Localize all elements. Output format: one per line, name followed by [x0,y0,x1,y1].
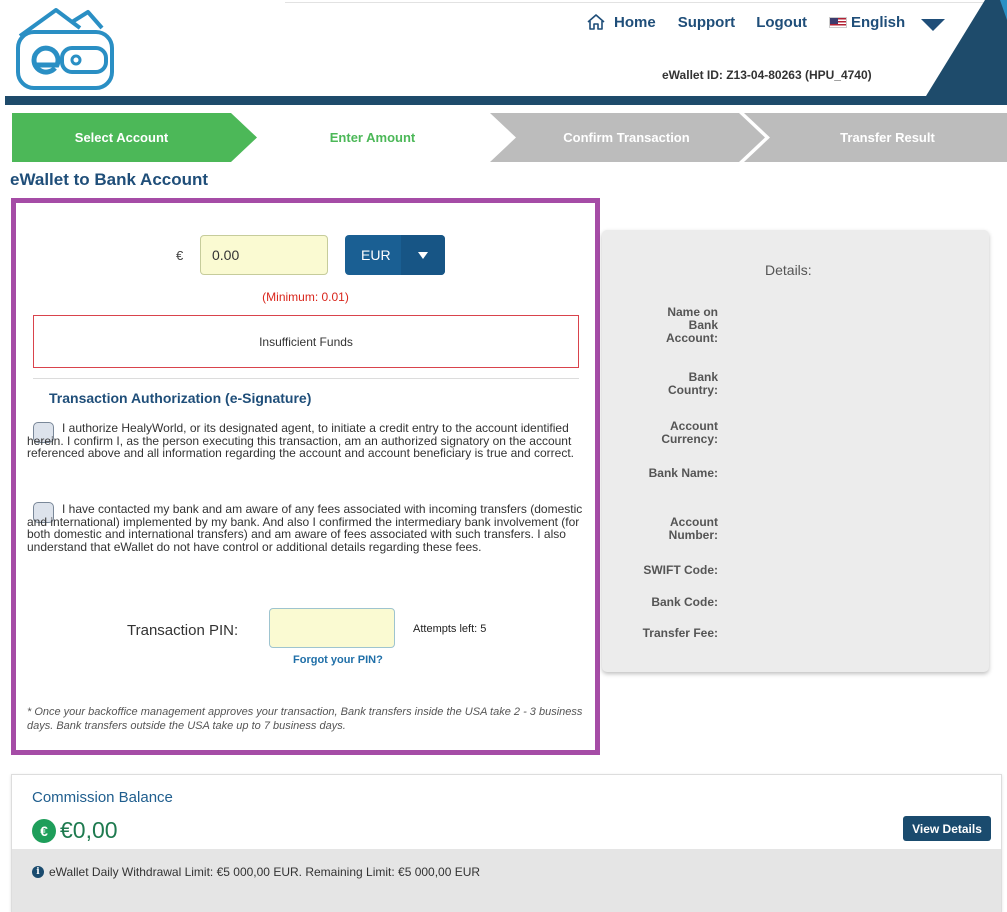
amount-input[interactable] [200,235,328,275]
consent-authorize-text: I authorize HealyWorld, or its designate… [27,422,583,460]
progress-steps: Select Account Enter Amount Confirm Tran… [12,113,1007,162]
detail-bank-code: Bank Code: [651,595,718,609]
currency-caret[interactable] [401,235,445,275]
consent-fees-label: I have contacted my bank and am aware of… [27,502,583,554]
nav-logout[interactable]: Logout [756,14,807,31]
top-navigation: Home Support Logout English [586,13,927,31]
detail-swift-code: SWIFT Code: [643,563,718,577]
header: Home Support Logout English eWallet ID: … [0,0,1007,108]
detail-name-on-account: Name on Bank Account: [598,306,718,345]
pin-label: Transaction PIN: [127,622,239,639]
ewallet-logo[interactable] [14,6,118,92]
home-icon [587,14,605,30]
nav-home[interactable]: Home [586,13,656,31]
detail-transfer-fee: Transfer Fee: [642,626,718,640]
wallet-id: eWallet ID: Z13-04-80263 (HPU_4740) [662,68,872,82]
error-text: Insufficient Funds [259,334,353,349]
detail-account-number-label: Account Number: [668,515,718,542]
details-title: Details: [765,262,812,278]
view-details-button[interactable]: View Details [903,816,991,841]
step-confirm-transaction: Confirm Transaction [563,130,690,145]
step-select-account[interactable]: Select Account [12,130,231,145]
detail-name-on-account-label: Name on Bank Account: [666,305,718,345]
detail-bank-country: Bank Country: [598,371,718,397]
withdrawal-limit-bar: i eWallet Daily Withdrawal Limit: €5 000… [12,849,1001,912]
header-top-divider [285,2,1007,3]
withdrawal-limit-text: eWallet Daily Withdrawal Limit: €5 000,0… [49,865,481,879]
detail-account-currency: Account Currency: [598,420,718,446]
pin-input[interactable] [269,608,395,648]
detail-bank-country-label: Bank Country: [668,370,718,397]
processing-note: * Once your backoffice management approv… [27,706,583,732]
detail-account-currency-label: Account Currency: [661,419,718,446]
euro-icon: € [32,818,56,843]
authorization-title: Transaction Authorization (e-Signature) [49,390,312,406]
header-bar [5,96,1007,105]
us-flag-icon [829,16,847,28]
currency-symbol: € [176,248,184,263]
commission-title: Commission Balance [32,789,173,806]
language-caret-icon[interactable] [921,19,945,31]
error-message: Insufficient Funds [33,315,579,368]
chevron-down-icon [418,251,428,259]
info-icon: i [32,866,44,878]
step-transfer-result: Transfer Result [840,130,935,145]
currency-select[interactable]: EUR [345,235,445,275]
commission-balance-card: Commission Balance € €0,00 View Details … [11,774,1002,912]
forgot-pin-link[interactable]: Forgot your PIN? [293,654,383,666]
withdrawal-limit: i eWallet Daily Withdrawal Limit: €5 000… [32,865,480,879]
transfer-form: € EUR (Minimum: 0.01) Insufficient Funds… [11,198,600,755]
page-title: eWallet to Bank Account [10,170,209,189]
commission-amount-value: €0,00 [60,817,118,843]
attempts-left: Attempts left: 5 [413,623,487,635]
nav-support[interactable]: Support [678,14,736,31]
consent-fees-text: I have contacted my bank and am aware of… [27,503,583,553]
nav-home-label: Home [614,13,656,31]
currency-value: EUR [361,247,391,263]
consent-authorize-label: I authorize HealyWorld, or its designate… [27,421,574,461]
detail-bank-name: Bank Name: [648,466,718,480]
step-enter-amount: Enter Amount [329,130,416,145]
language-selector[interactable]: English [829,14,905,31]
minimum-amount-hint: (Minimum: 0.01) [262,290,349,304]
detail-account-number: Account Number: [598,516,718,542]
language-label: English [851,13,906,31]
divider [33,378,579,379]
commission-amount: € €0,00 [32,817,118,844]
